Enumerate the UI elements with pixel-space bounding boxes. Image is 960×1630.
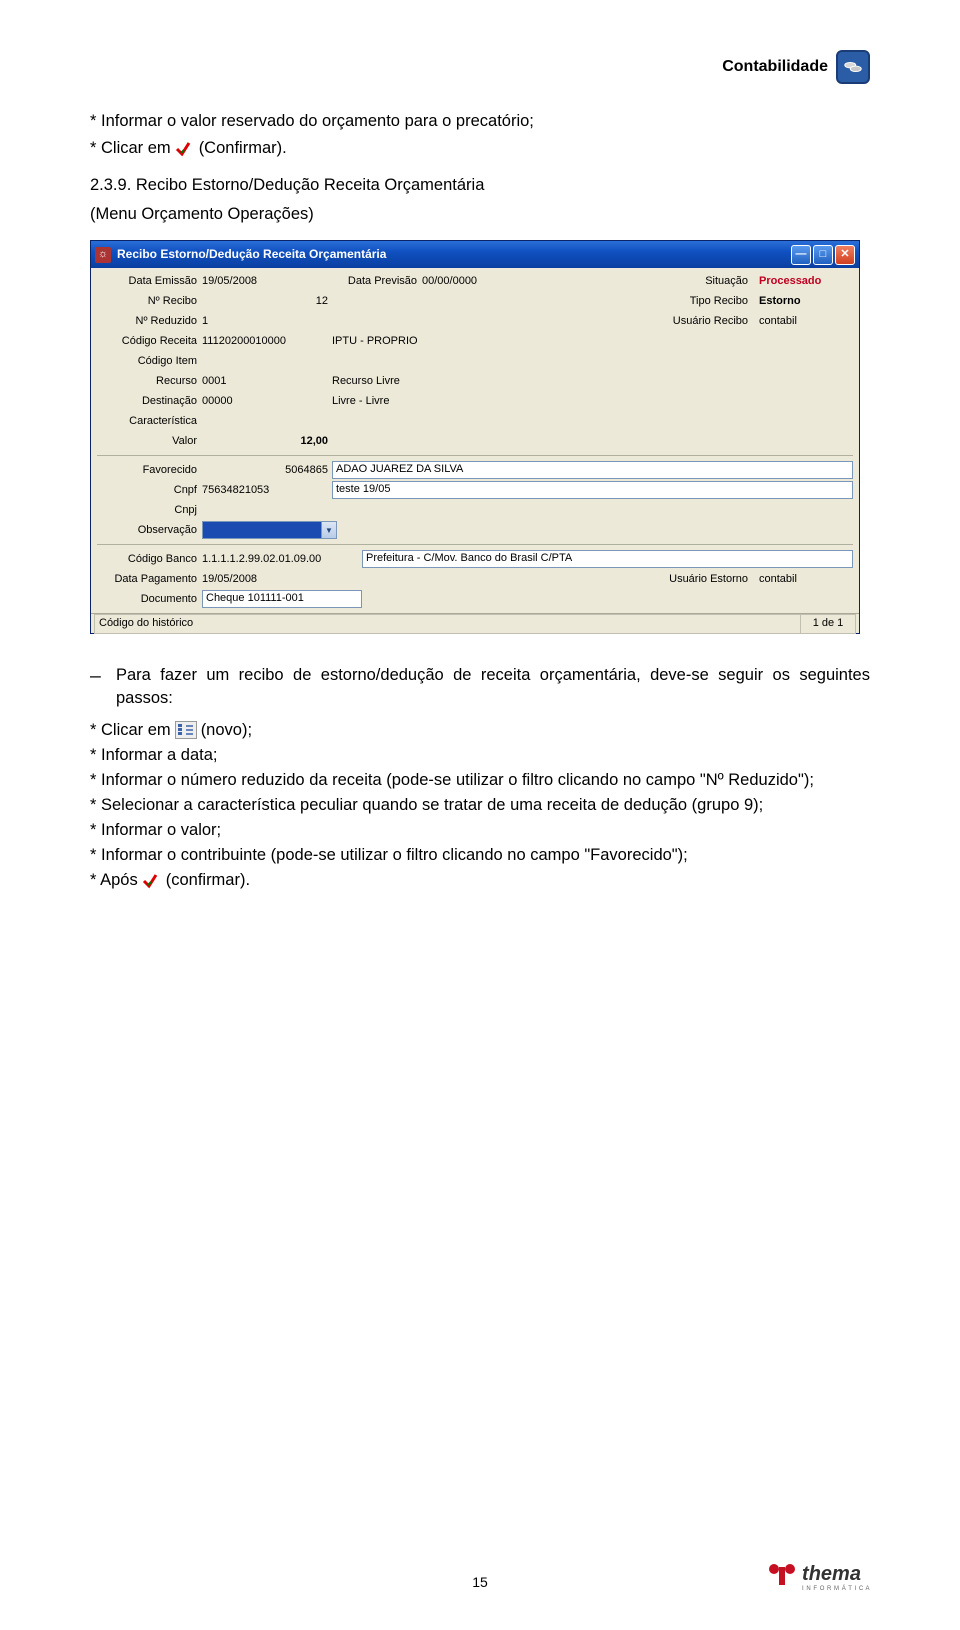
- minimize-button[interactable]: —: [791, 245, 811, 265]
- observacao-dropdown[interactable]: ▼: [202, 521, 337, 539]
- documento-input[interactable]: Cheque 101111-001: [202, 590, 362, 608]
- label: Cnpf: [97, 483, 202, 498]
- bullet-text: Para fazer um recibo de estorno/dedução …: [116, 664, 870, 710]
- label: Usuário Estorno: [669, 572, 753, 587]
- label: Favorecido: [97, 463, 202, 478]
- confirm-check-icon: [175, 141, 195, 157]
- label: Documento: [97, 592, 202, 607]
- codigo-receita-value: 11120200010000: [202, 334, 332, 349]
- n-reduzido-value: 1: [202, 314, 332, 329]
- section-subtitle: (Menu Orçamento Operações): [90, 203, 870, 226]
- data-pagamento-value: 19/05/2008: [202, 572, 362, 587]
- tipo-recibo-value: Estorno: [753, 294, 853, 309]
- close-button[interactable]: ✕: [835, 245, 855, 265]
- instruction-item: * Informar o valor;: [90, 819, 870, 842]
- instruction-line: * Informar o valor reservado do orçament…: [90, 110, 870, 133]
- recurso-value: 0001: [202, 374, 332, 389]
- text: * Clicar em: [90, 719, 171, 742]
- instruction-line: * Clicar em (Confirmar).: [90, 137, 870, 160]
- text: * Informar o valor reservado do orçament…: [90, 110, 534, 133]
- instruction-item: * Informar o contribuinte (pode-se utili…: [90, 844, 870, 867]
- divider: [97, 455, 853, 456]
- instruction-item: * Informar a data;: [90, 744, 870, 767]
- label: Situação: [705, 274, 753, 289]
- header-title: Contabilidade: [722, 58, 828, 76]
- chevron-down-icon[interactable]: ▼: [321, 522, 336, 538]
- valor-value: 12,00: [202, 434, 332, 449]
- section-heading: 2.3.9. Recibo Estorno/Dedução Receita Or…: [90, 174, 870, 197]
- data-emissao-value: 19/05/2008: [202, 274, 332, 289]
- label: Data Previsão: [332, 274, 422, 289]
- label: Valor: [97, 434, 202, 449]
- text: (novo);: [201, 719, 252, 742]
- text: * Clicar em: [90, 137, 171, 160]
- label: Destinação: [97, 394, 202, 409]
- recurso-desc: Recurso Livre: [332, 374, 400, 389]
- novo-icon: [175, 721, 197, 739]
- data-previsao-value: 00/00/0000: [422, 274, 542, 289]
- divider: [97, 544, 853, 545]
- label: Código Item: [97, 354, 202, 369]
- label: Código Banco: [97, 552, 202, 567]
- instructions-block: – Para fazer um recibo de estorno/deduçã…: [90, 664, 870, 892]
- app-window: ☼ Recibo Estorno/Dedução Receita Orçamen…: [90, 240, 860, 634]
- label: Data Pagamento: [97, 572, 202, 587]
- codigo-banco-desc: Prefeitura - C/Mov. Banco do Brasil C/PT…: [366, 552, 572, 564]
- label: Observação: [97, 523, 202, 538]
- label: Recurso: [97, 374, 202, 389]
- destinacao-value: 00000: [202, 394, 332, 409]
- favorecido-nome: ADAO JUAREZ DA SILVA: [336, 463, 463, 475]
- window-titlebar[interactable]: ☼ Recibo Estorno/Dedução Receita Orçamen…: [91, 241, 859, 268]
- codigo-banco-value: 1.1.1.1.2.99.02.01.09.00: [202, 552, 362, 567]
- label: Código Receita: [97, 334, 202, 349]
- label: Usuário Recibo: [673, 314, 753, 329]
- text: (confirmar).: [166, 869, 250, 892]
- section-number-title: 2.3.9. Recibo Estorno/Dedução Receita Or…: [90, 176, 484, 194]
- instruction-item: * Informar o número reduzido da receita …: [90, 769, 870, 792]
- text: (Confirmar).: [199, 137, 287, 160]
- destinacao-desc: Livre - Livre: [332, 394, 389, 409]
- page-number: 15: [472, 1574, 488, 1590]
- page-header: Contabilidade: [722, 50, 870, 84]
- codigo-banco-desc-input[interactable]: Prefeitura - C/Mov. Banco do Brasil C/PT…: [362, 550, 853, 568]
- cnpf-desc-input[interactable]: teste 19/05: [332, 481, 853, 499]
- form-body: Data Emissão 19/05/2008 Data Previsão 00…: [91, 268, 859, 609]
- status-right: 1 de 1: [800, 614, 856, 633]
- usuario-estorno-value: contabil: [753, 572, 853, 587]
- favorecido-nome-input[interactable]: ADAO JUAREZ DA SILVA: [332, 461, 853, 479]
- dash-bullet: –: [90, 664, 116, 716]
- label: Nº Reduzido: [97, 314, 202, 329]
- coins-icon: [836, 50, 870, 84]
- label: Tipo Recibo: [690, 294, 753, 309]
- app-icon: ☼: [95, 247, 111, 263]
- maximize-button[interactable]: □: [813, 245, 833, 265]
- instruction-item: * Após (confirmar).: [90, 869, 870, 892]
- documento-value: Cheque 101111-001: [206, 592, 304, 604]
- confirm-check-icon: [142, 873, 162, 889]
- cnpf-desc: teste 19/05: [336, 483, 390, 495]
- situacao-value: Processado: [753, 274, 853, 289]
- status-left: Código do histórico: [94, 614, 800, 633]
- text: * Após: [90, 869, 138, 892]
- footer-logo: thema I N F O R M Á T I C A: [766, 1561, 870, 1594]
- footer-brand: thema: [802, 1563, 861, 1585]
- window-title: Recibo Estorno/Dedução Receita Orçamentá…: [117, 246, 791, 263]
- footer-sub: I N F O R M Á T I C A: [802, 1586, 870, 1592]
- n-recibo-value: 12: [202, 294, 332, 309]
- favorecido-cod: 5064865: [202, 463, 332, 478]
- thema-logo-icon: [766, 1561, 798, 1594]
- status-bar: Código do histórico 1 de 1: [91, 613, 859, 633]
- codigo-receita-desc: IPTU - PROPRIO: [332, 334, 418, 349]
- label: Característica: [97, 414, 202, 429]
- instruction-item: * Selecionar a característica peculiar q…: [90, 794, 870, 817]
- label: Nº Recibo: [97, 294, 202, 309]
- instruction-item: * Clicar em (novo);: [90, 719, 870, 742]
- cnpf-value: 75634821053: [202, 483, 332, 498]
- usuario-recibo-value: contabil: [753, 314, 853, 329]
- label: Data Emissão: [97, 274, 202, 289]
- label: Cnpj: [97, 503, 202, 518]
